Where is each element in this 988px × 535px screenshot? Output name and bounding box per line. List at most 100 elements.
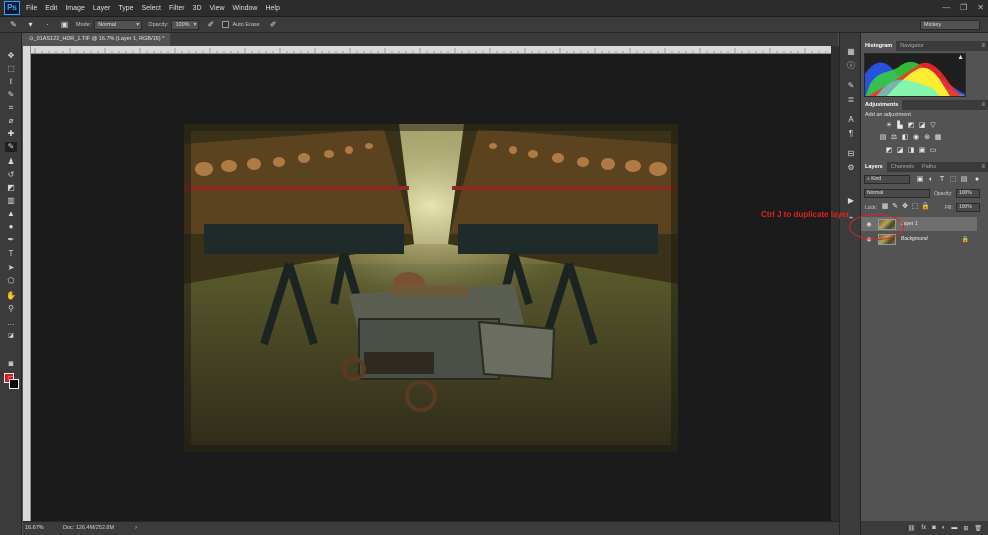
curves-icon[interactable]: ◩ [907, 122, 915, 130]
path-selection-tool-icon[interactable]: ➤ [5, 263, 17, 273]
horizontal-ruler[interactable] [31, 46, 831, 54]
channel-mixer-icon[interactable]: ⊛ [923, 134, 931, 142]
menu-view[interactable]: View [210, 5, 225, 12]
move-tool-icon[interactable]: ✥ [5, 51, 17, 61]
gradient-map-icon[interactable]: ▭ [929, 147, 937, 155]
tab-histogram[interactable]: Histogram [861, 41, 897, 51]
info-panel-icon[interactable]: ⓘ [845, 61, 857, 71]
pencil-tool-icon[interactable]: ✎ [8, 19, 19, 30]
link-layers-icon[interactable]: ⛓ [908, 525, 916, 532]
crop-tool-icon[interactable]: ⌗ [5, 103, 17, 113]
filter-shape-icon[interactable]: ⬚ [949, 176, 957, 184]
document-size-info[interactable]: Doc: 126.4M/252.8M [63, 524, 114, 533]
lock-all-icon[interactable]: 🔒 [921, 203, 930, 211]
styles-panel-icon[interactable]: ⚙ [845, 163, 857, 173]
minimize-button[interactable]: — [942, 3, 950, 12]
shape-tool-icon[interactable]: ⬠ [5, 276, 17, 286]
vertical-scrollbar[interactable] [831, 46, 839, 521]
status-menu-arrow[interactable]: › [135, 524, 137, 533]
vertical-ruler[interactable] [23, 46, 31, 521]
menu-edit[interactable]: Edit [45, 5, 57, 12]
menu-window[interactable]: Window [233, 5, 258, 12]
tab-adjustments[interactable]: Adjustments [861, 100, 903, 110]
brush-preset-picker-icon[interactable]: ▾ [25, 19, 36, 30]
new-group-icon[interactable]: ▬ [951, 525, 957, 531]
lock-image-icon[interactable]: ✎ [891, 203, 899, 211]
healing-brush-tool-icon[interactable]: ✚ [5, 129, 17, 139]
filter-toggle-icon[interactable]: ● [973, 176, 981, 184]
more-tools-icon[interactable]: … [5, 318, 17, 328]
document-canvas-image[interactable] [184, 124, 678, 452]
history-brush-tool-icon[interactable]: ↺ [5, 170, 17, 180]
close-button[interactable]: ✕ [977, 3, 984, 12]
properties-panel-icon[interactable]: ⊟ [845, 149, 857, 159]
invert-icon[interactable]: ◩ [885, 147, 893, 155]
hue-saturation-icon[interactable]: ▤ [879, 134, 887, 142]
layer-opacity-field[interactable]: 100% [956, 189, 980, 198]
threshold-icon[interactable]: ◨ [907, 147, 915, 155]
hand-tool-icon[interactable]: ✋ [5, 291, 17, 301]
menu-help[interactable]: Help [265, 5, 279, 12]
filter-type-icon[interactable]: T [938, 176, 946, 184]
brush-presets-icon[interactable]: ≣ [845, 95, 857, 105]
fill-field[interactable]: 100% [956, 203, 980, 212]
character-panel-icon[interactable]: A [845, 115, 857, 125]
photo-filter-icon[interactable]: ◉ [912, 134, 920, 142]
quick-select-tool-icon[interactable]: ✎ [5, 90, 17, 100]
filter-adjustment-icon[interactable]: ◐ [927, 176, 935, 184]
menu-file[interactable]: File [26, 5, 37, 12]
document-tab[interactable]: ⊙_01AS122_HDR_1.TIF @ 16.7% (Layer 1, RG… [23, 33, 171, 46]
new-adjustment-layer-icon[interactable]: ◐ [942, 525, 946, 531]
menu-select[interactable]: Select [142, 5, 161, 12]
default-colors-icon[interactable]: ◪ [5, 331, 17, 341]
lasso-tool-icon[interactable]: ℓ [5, 77, 17, 87]
exposure-icon[interactable]: ◪ [918, 122, 926, 130]
opacity-field[interactable]: 100% [171, 19, 200, 30]
clone-stamp-tool-icon[interactable]: ♟ [5, 157, 17, 167]
blur-tool-icon[interactable]: ▲ [5, 209, 17, 219]
mode-select[interactable]: Normal [94, 19, 143, 30]
lock-artboard-icon[interactable]: ⬚ [911, 203, 919, 211]
marquee-tool-icon[interactable]: ⬚ [5, 64, 17, 74]
lock-transparent-icon[interactable]: ▦ [881, 203, 889, 211]
screen-mode-icon[interactable]: ▭ [5, 373, 17, 383]
zoom-tool-icon[interactable]: ⚲ [5, 304, 17, 314]
pen-tool-icon[interactable]: ✒ [5, 235, 17, 245]
brush-panel-icon[interactable]: ✎ [845, 81, 857, 91]
new-layer-icon[interactable]: ⊞ [963, 525, 968, 532]
lock-position-icon[interactable]: ✥ [901, 203, 909, 211]
cached-data-warning-icon[interactable]: ▲ [957, 54, 964, 61]
add-mask-icon[interactable]: ◙ [932, 525, 936, 531]
quick-mask-icon[interactable]: ◙ [5, 359, 17, 369]
adjustments-panel-menu-icon[interactable]: ≡ [981, 100, 985, 110]
tab-channels[interactable]: Channels [887, 162, 918, 172]
tab-layers[interactable]: Layers [861, 162, 887, 172]
zoom-level-field[interactable]: 16.67% [25, 524, 53, 533]
posterize-icon[interactable]: ◪ [896, 147, 904, 155]
workspace-switcher[interactable]: Mickey [920, 20, 980, 30]
menu-type[interactable]: Type [118, 5, 133, 12]
menu-layer[interactable]: Layer [93, 5, 111, 12]
eraser-tool-icon[interactable]: ◩ [5, 183, 17, 193]
color-lookup-icon[interactable]: ▦ [934, 134, 942, 142]
menu-image[interactable]: Image [65, 5, 84, 12]
brush-size-icon[interactable]: · [42, 19, 53, 30]
brightness-contrast-icon[interactable]: ☀ [885, 122, 893, 130]
gradient-tool-icon[interactable]: ▥ [5, 196, 17, 206]
vibrance-icon[interactable]: ▽ [929, 122, 937, 130]
menu-3d[interactable]: 3D [193, 5, 202, 12]
filter-pixel-icon[interactable]: ▣ [916, 176, 924, 184]
type-tool-icon[interactable]: T [5, 249, 17, 259]
tab-paths[interactable]: Paths [918, 162, 940, 172]
black-white-icon[interactable]: ◧ [901, 134, 909, 142]
auto-erase-checkbox[interactable] [222, 21, 230, 28]
pressure-opacity-icon[interactable]: ✐ [205, 19, 216, 30]
restore-button[interactable]: ❐ [960, 3, 967, 12]
paragraph-panel-icon[interactable]: ¶ [845, 129, 857, 139]
filter-smart-object-icon[interactable]: ▤ [960, 176, 968, 184]
blend-mode-select[interactable]: Normal [864, 189, 930, 198]
actions-play-icon[interactable]: ▶ [845, 196, 857, 206]
levels-icon[interactable]: ▙ [896, 122, 904, 130]
layer-filter-kind-select[interactable]: ⌕ Kind [864, 175, 910, 184]
brush-panel-toggle-icon[interactable]: ▣ [59, 19, 70, 30]
